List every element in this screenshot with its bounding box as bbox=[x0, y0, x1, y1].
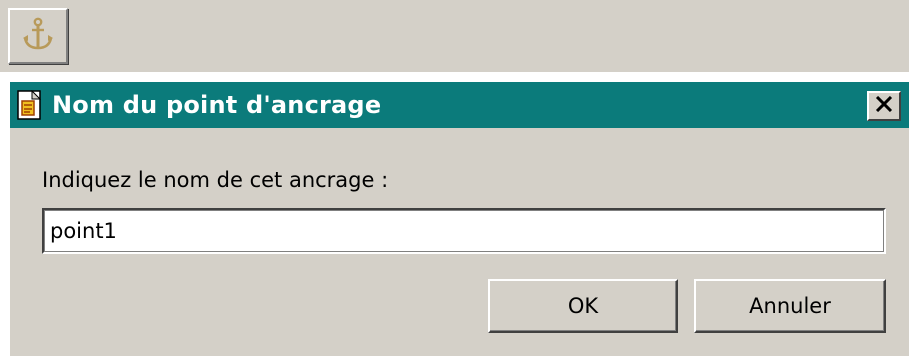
anchor-name-prompt: Indiquez le nom de cet ancrage : bbox=[42, 168, 389, 192]
document-icon bbox=[16, 89, 42, 121]
anchor-name-input[interactable] bbox=[42, 208, 886, 254]
toolbar bbox=[0, 0, 909, 72]
anchor-icon bbox=[21, 16, 55, 57]
ok-button[interactable]: OK bbox=[488, 279, 678, 333]
cancel-button[interactable]: Annuler bbox=[694, 279, 886, 333]
close-button[interactable] bbox=[867, 91, 901, 121]
screen: Nom du point d'ancrage Indiquez le nom d… bbox=[0, 0, 909, 356]
anchor-name-dialog: Nom du point d'ancrage Indiquez le nom d… bbox=[10, 82, 909, 356]
dialog-title: Nom du point d'ancrage bbox=[52, 91, 382, 119]
insert-anchor-button[interactable] bbox=[8, 8, 68, 64]
dialog-titlebar[interactable]: Nom du point d'ancrage bbox=[10, 82, 909, 128]
close-icon bbox=[875, 95, 893, 117]
